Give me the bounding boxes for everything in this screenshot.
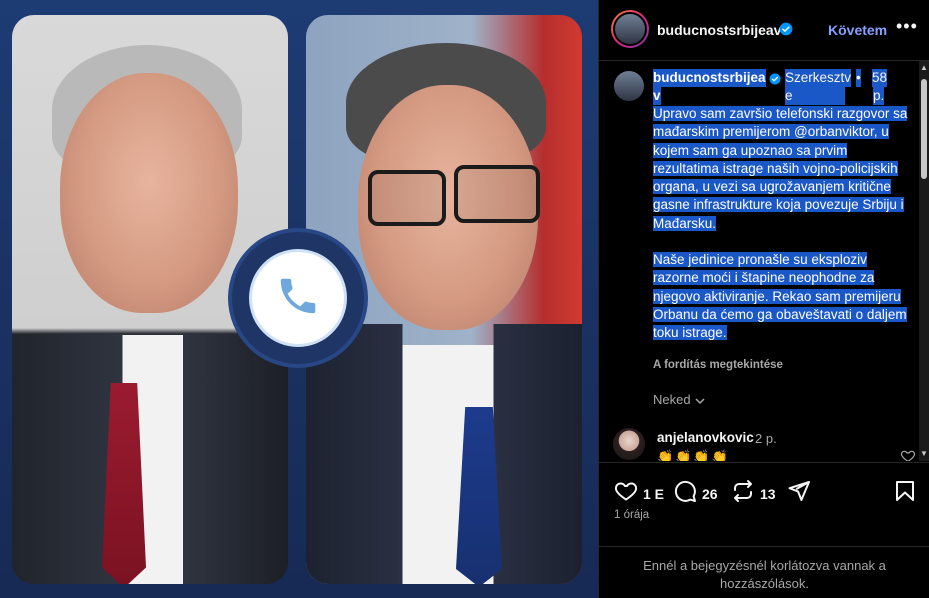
like-count: 1 E (643, 485, 665, 502)
more-options-icon[interactable]: ••• (896, 16, 918, 37)
more-replies-toggle[interactable]: Neked (653, 392, 706, 407)
post-panel: buducnostsrbijeav Követem ••• buducnosts… (598, 0, 929, 598)
comments-limited-line-2: hozzászólások. (720, 576, 809, 591)
call-badge (232, 232, 364, 364)
caption-time-unit: p. (873, 87, 885, 106)
caption-dot: • (856, 69, 861, 88)
repost-icon (731, 479, 755, 508)
comment-item: anjelanovkovic 2 p. 👏👏👏👏 (613, 426, 916, 461)
bookmark-icon (893, 479, 917, 508)
caption-time: 58 (872, 69, 888, 88)
see-translation-link[interactable]: A fordítás megtekintése (653, 359, 783, 371)
post-header: buducnostsrbijeav Követem ••• (599, 0, 929, 61)
following-button[interactable]: Követem (828, 22, 887, 38)
caption-text: buducnostsrbijea Szerkesztv • 58 v e p. … (653, 69, 915, 343)
comments-limited-notice: Ennél a bejegyzésnél korlátozva vannak a… (599, 546, 929, 593)
comment-text: 👏👏👏👏 (657, 449, 730, 461)
caption-paragraph-2: Naše jedinice pronašle su eksploziv razo… (653, 252, 907, 341)
caption-scrollbar[interactable]: ▲ ▼ (919, 61, 929, 461)
scroll-down-icon[interactable]: ▼ (920, 449, 928, 458)
author-avatar[interactable] (611, 10, 649, 48)
share-icon (787, 479, 811, 508)
caption-username[interactable]: buducnostsrbijea (653, 69, 766, 88)
caption-username-cont: v (653, 87, 661, 106)
post-timestamp[interactable]: 1 órája (614, 509, 649, 521)
caption-paragraph-1: Upravo sam završio telefonski razgovor s… (653, 106, 908, 231)
caption-avatar[interactable] (614, 71, 644, 101)
caption-role: Szerkesztv (785, 69, 852, 88)
comment-time: 2 p. (755, 431, 777, 446)
phone-icon (275, 273, 321, 324)
author-username[interactable]: buducnostsrbijeav (657, 22, 781, 38)
comment-count: 26 (702, 485, 718, 502)
repost-button[interactable]: 13 (731, 479, 776, 508)
scrollbar-thumb[interactable] (921, 79, 927, 179)
comments-limited-line-1: Ennél a bejegyzésnél korlátozva vannak a (643, 558, 886, 573)
like-button[interactable]: 1 E (614, 479, 664, 508)
caption-role-cont: e (785, 87, 845, 106)
comment-heart-icon[interactable] (900, 448, 916, 461)
commenter-username[interactable]: anjelanovkovic (657, 430, 754, 445)
scroll-up-icon[interactable]: ▲ (920, 63, 928, 72)
comment-button[interactable]: 26 (673, 479, 718, 508)
verified-badge-icon (779, 22, 793, 41)
heart-icon (614, 479, 638, 508)
save-button[interactable] (893, 479, 917, 508)
verified-badge-icon (769, 72, 781, 90)
more-replies-label: Neked (653, 392, 691, 407)
comment-icon (673, 479, 697, 508)
commenter-avatar[interactable] (613, 428, 645, 460)
caption-scroll-area[interactable]: buducnostsrbijea Szerkesztv • 58 v e p. … (599, 61, 929, 461)
share-button[interactable] (787, 479, 811, 508)
post-image[interactable] (0, 0, 598, 598)
repost-count: 13 (760, 485, 776, 502)
chevron-down-icon (694, 392, 706, 407)
